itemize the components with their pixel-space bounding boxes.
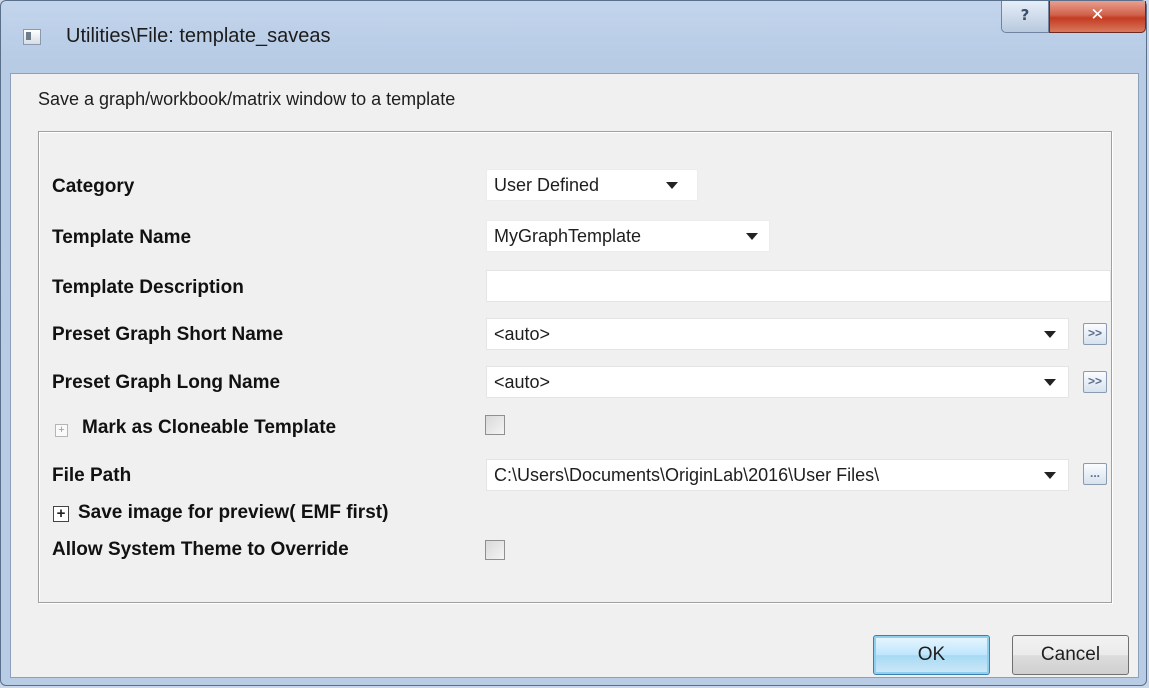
template-description-label: Template Description xyxy=(52,277,244,298)
close-button[interactable]: ✕ xyxy=(1049,1,1146,33)
window-title: Utilities\File: template_saveas xyxy=(66,25,331,47)
preset-short-name-combo[interactable]: <auto> xyxy=(486,318,1069,350)
long-name-options-button[interactable]: >> xyxy=(1083,371,1107,393)
browse-button[interactable]: ... xyxy=(1083,463,1107,485)
dialog-body: Save a graph/workbook/matrix window to a… xyxy=(10,73,1139,678)
cloneable-checkbox[interactable] xyxy=(485,415,505,435)
expand-plus-icon[interactable]: + xyxy=(53,506,69,522)
allow-theme-label: Allow System Theme to Override xyxy=(52,539,349,560)
allow-theme-checkbox[interactable] xyxy=(485,540,505,560)
category-label: Category xyxy=(52,176,135,197)
preset-long-name-combo[interactable]: <auto> xyxy=(486,366,1069,398)
chevron-down-icon xyxy=(746,233,758,240)
chevron-down-icon xyxy=(666,182,678,189)
file-path-combo[interactable]: C:\Users\Documents\OriginLab\2016\User F… xyxy=(486,459,1069,491)
chevron-down-icon xyxy=(1044,331,1056,338)
preset-long-name-value: <auto> xyxy=(494,372,551,392)
cancel-button[interactable]: Cancel xyxy=(1012,635,1129,675)
cloneable-label: Mark as Cloneable Template xyxy=(82,417,337,438)
help-button[interactable]: ? xyxy=(1001,1,1049,33)
template-name-combo[interactable]: MyGraphTemplate xyxy=(486,220,770,252)
template-name-value: MyGraphTemplate xyxy=(494,226,642,246)
save-image-label: Save image for preview( EMF first) xyxy=(78,502,389,523)
file-path-value: C:\Users\Documents\OriginLab\2016\User F… xyxy=(494,465,880,485)
expand-icon[interactable]: + xyxy=(55,424,68,437)
chevron-down-icon xyxy=(1044,379,1056,386)
category-value: User Defined xyxy=(494,175,600,195)
preset-short-name-label: Preset Graph Short Name xyxy=(52,324,284,345)
title-bar: Utilities\File: template_saveas ? ✕ xyxy=(1,1,1146,73)
settings-panel: Category User Defined Template Name MyGr… xyxy=(38,131,1112,603)
template-description-input[interactable] xyxy=(486,270,1111,302)
dialog-window: Utilities\File: template_saveas ? ✕ Save… xyxy=(0,0,1147,686)
preset-short-name-value: <auto> xyxy=(494,324,551,344)
short-name-options-button[interactable]: >> xyxy=(1083,323,1107,345)
category-dropdown[interactable]: User Defined xyxy=(486,169,698,201)
chevron-down-icon xyxy=(1044,472,1056,479)
dialog-description: Save a graph/workbook/matrix window to a… xyxy=(38,89,456,109)
preset-long-name-label: Preset Graph Long Name xyxy=(52,372,281,393)
app-icon xyxy=(23,29,41,45)
file-path-label: File Path xyxy=(52,465,132,486)
template-name-label: Template Name xyxy=(52,227,192,248)
ok-button[interactable]: OK xyxy=(873,635,990,675)
